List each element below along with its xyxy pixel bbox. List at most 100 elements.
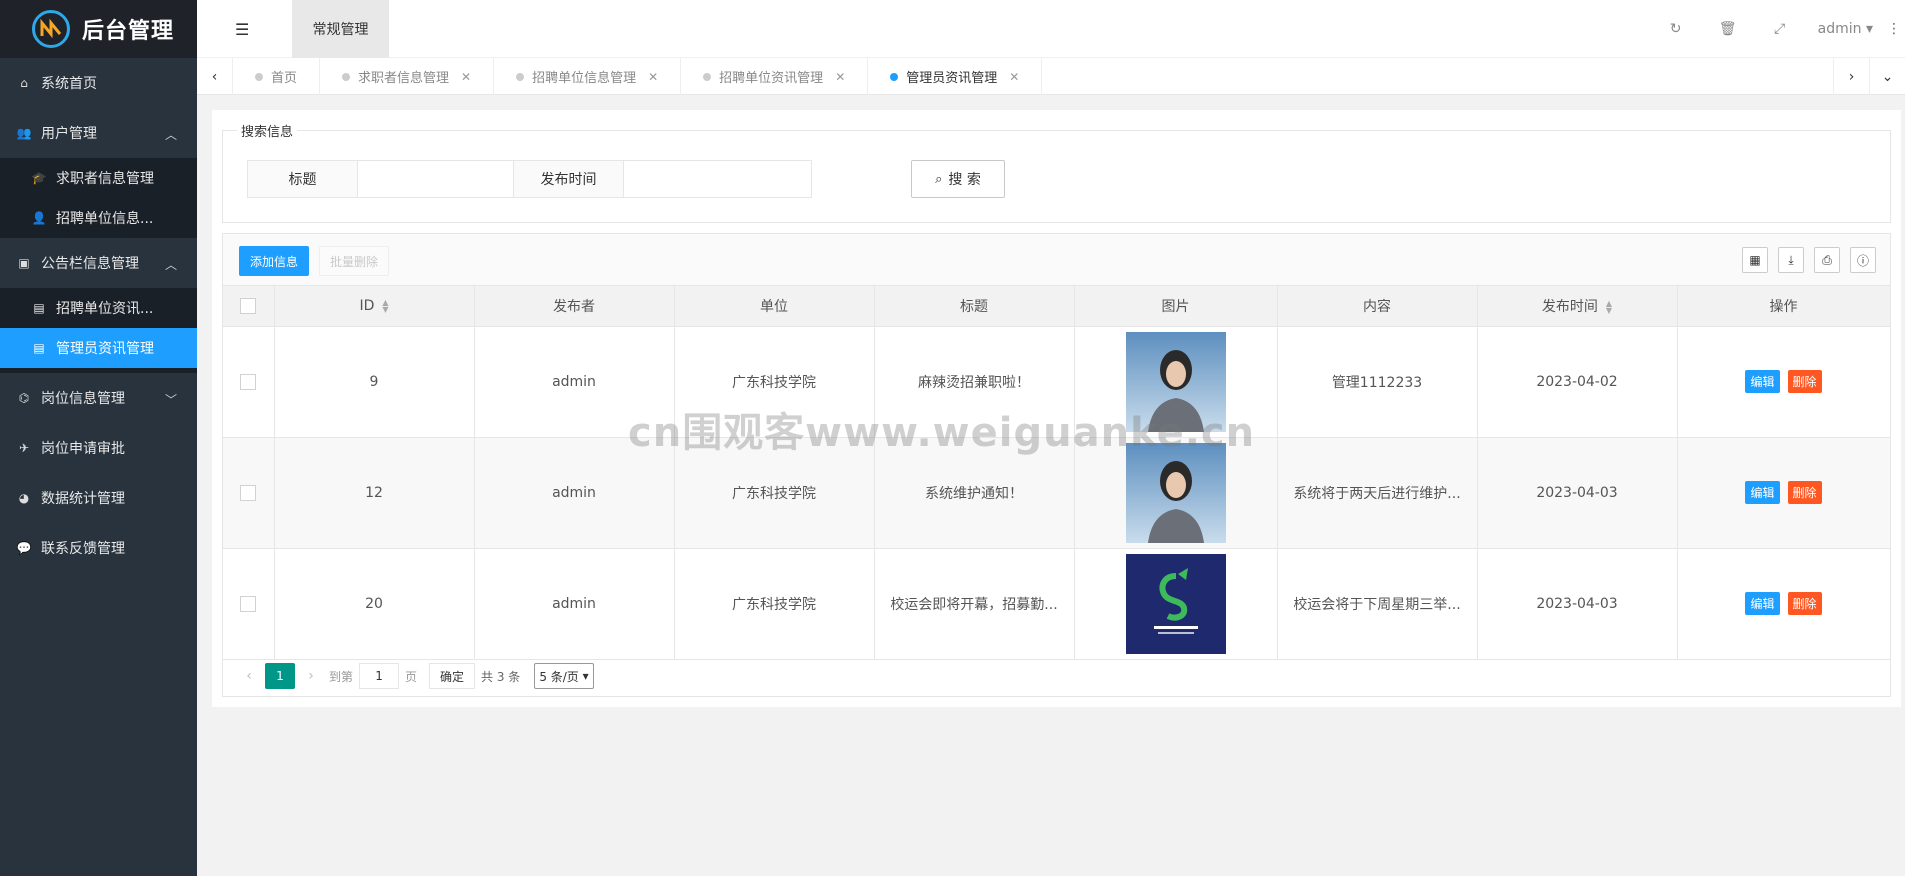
- pie-chart-icon: ◕: [18, 491, 30, 505]
- nav-user-mgmt[interactable]: 👥 用户管理 ︿: [0, 108, 197, 158]
- tab-dot: [890, 72, 899, 81]
- tab-label: 管理员资讯管理: [906, 71, 998, 86]
- nav-bulletin[interactable]: ▣ 公告栏信息管理 ︿: [0, 238, 197, 288]
- logo-image[interactable]: [1125, 553, 1226, 654]
- user-icon: 👤: [31, 211, 47, 225]
- title-field: 标题: [247, 160, 546, 198]
- delete-button[interactable]: 删除: [1787, 481, 1822, 504]
- woman-photo-image[interactable]: [1125, 442, 1226, 543]
- comments-icon: 💬: [16, 541, 32, 555]
- header-tab[interactable]: 常规管理: [292, 0, 389, 58]
- table-toolbar: 添加信息 批量删除 ▦ ⤓ ⎙ ⓘ: [223, 234, 1890, 286]
- current-page[interactable]: 1: [265, 663, 295, 689]
- sidebar-item-employer[interactable]: 👤 招聘单位信息...: [0, 198, 197, 238]
- select-all-checkbox[interactable]: [240, 297, 257, 314]
- tab-options-icon[interactable]: ⌄: [1869, 58, 1905, 95]
- nav-home[interactable]: ⌂ 系统首页: [0, 58, 197, 108]
- next-page-icon[interactable]: ›: [299, 668, 323, 684]
- search-button[interactable]: ⌕ 搜 索: [911, 160, 1005, 198]
- more-icon[interactable]: ⋮: [1883, 21, 1905, 37]
- col-id[interactable]: ID ▲ ▼: [274, 286, 475, 327]
- prev-page-icon[interactable]: ‹: [237, 668, 261, 684]
- search-button-label: 搜 索: [948, 172, 981, 188]
- tab-list: 首页 求职者信息管理 ✕ 招聘单位信息管理 ✕ 招聘单位资讯管理 ✕ 管理员资讯管理 ✕: [233, 58, 1043, 95]
- users-icon: 👥: [16, 126, 32, 140]
- close-icon[interactable]: ✕: [835, 70, 845, 84]
- goto-confirm-button[interactable]: 确定: [429, 663, 476, 689]
- cell-content: 系统将于两天后进行维护...: [1277, 437, 1478, 549]
- nav-feedback[interactable]: 💬 联系反馈管理: [0, 523, 197, 573]
- woman-photo-image[interactable]: [1125, 331, 1226, 432]
- sidebar-item-admin-news[interactable]: ▤ 管理员资讯管理: [0, 328, 197, 368]
- chevron-down-icon: ﹀: [164, 393, 177, 407]
- tab-dot: [255, 72, 263, 81]
- cell-unit: 广东科技学院: [674, 326, 875, 438]
- edit-button[interactable]: 编辑: [1745, 592, 1780, 615]
- tab-admin-news[interactable]: 管理员资讯管理 ✕: [868, 58, 1043, 95]
- info-icon[interactable]: ⓘ: [1850, 247, 1876, 273]
- cell-publisher: admin: [474, 548, 675, 660]
- tab-label: 招聘单位资讯管理: [719, 71, 824, 86]
- batch-delete-button[interactable]: 批量删除: [319, 246, 389, 276]
- add-button[interactable]: 添加信息: [239, 246, 309, 276]
- cell-content: 管理1112233: [1277, 326, 1478, 438]
- tab-home[interactable]: 首页: [233, 58, 321, 95]
- goto-suffix: 页: [405, 669, 418, 684]
- nav-job-apply[interactable]: ✈ 岗位申请审批: [0, 423, 197, 473]
- row-checkbox[interactable]: [240, 373, 257, 390]
- goto-page-input[interactable]: 1: [359, 663, 400, 689]
- tab-label: 招聘单位信息管理: [532, 71, 637, 86]
- col-date[interactable]: 发布时间 ▲ ▼: [1477, 286, 1678, 327]
- fullscreen-icon[interactable]: ⤢: [1754, 21, 1806, 37]
- sidebar-item-employer-news[interactable]: ▤ 招聘单位资讯...: [0, 288, 197, 328]
- page-size-select[interactable]: 5 条/页 ▾: [534, 663, 594, 689]
- cell-title: 校运会即将开幕，招募勤...: [874, 548, 1075, 660]
- menu-toggle-icon[interactable]: ☰: [235, 20, 249, 39]
- sidebar-item-seeker[interactable]: 🎓 求职者信息管理: [0, 158, 197, 198]
- home-icon: ⌂: [20, 76, 28, 90]
- refresh-icon[interactable]: ↻: [1650, 21, 1702, 37]
- close-icon[interactable]: ✕: [1009, 70, 1019, 84]
- tab-employer[interactable]: 招聘单位信息管理 ✕: [494, 58, 682, 95]
- export-icon[interactable]: ⤓: [1778, 247, 1804, 273]
- user-menu[interactable]: admin ▾: [1818, 21, 1873, 37]
- delete-button[interactable]: 删除: [1787, 370, 1822, 393]
- nav-stats[interactable]: ◕ 数据统计管理: [0, 473, 197, 523]
- paper-plane-icon: ✈: [18, 441, 30, 455]
- search-icon: ⌕: [935, 171, 943, 187]
- cell-actions: 编辑 删除: [1677, 326, 1891, 438]
- page-size-value: 5 条/页: [539, 669, 579, 684]
- header-actions: ↻ 🗑 ⤢ admin ▾ ⋮: [1650, 0, 1905, 58]
- tab-seeker[interactable]: 求职者信息管理 ✕: [320, 58, 495, 95]
- tab-employer-news[interactable]: 招聘单位资讯管理 ✕: [681, 58, 869, 95]
- nav-bulletin-label: 公告栏信息管理: [41, 256, 139, 272]
- search-legend: 搜索信息: [237, 121, 298, 140]
- sidebar-item-employer-label: 招聘单位信息...: [56, 211, 154, 227]
- row-checkbox[interactable]: [240, 484, 257, 501]
- trash-icon[interactable]: 🗑: [1702, 21, 1754, 37]
- tab-scroll-left-icon[interactable]: ‹: [197, 58, 233, 95]
- tab-scroll-right-icon[interactable]: ›: [1833, 58, 1869, 95]
- cell-image: [1074, 437, 1278, 549]
- edit-button[interactable]: 编辑: [1745, 370, 1780, 393]
- columns-icon[interactable]: ▦: [1742, 247, 1768, 273]
- edit-button[interactable]: 编辑: [1745, 481, 1780, 504]
- date-input[interactable]: [624, 161, 811, 197]
- row-select-cell: [223, 326, 275, 438]
- sidebar-item-seeker-label: 求职者信息管理: [56, 171, 154, 187]
- cell-image: [1074, 326, 1278, 438]
- close-icon[interactable]: ✕: [461, 70, 471, 84]
- nav-job-info[interactable]: ⌬ 岗位信息管理 ﹀: [0, 373, 197, 423]
- calendar-icon: ▣: [18, 256, 30, 270]
- sort-icon[interactable]: ▲ ▼: [1606, 299, 1612, 314]
- cell-unit: 广东科技学院: [674, 437, 875, 549]
- sort-icon[interactable]: ▲ ▼: [382, 298, 388, 313]
- col-image: 图片: [1074, 286, 1278, 327]
- table-header-row: ID ▲ ▼ 发布者 单位 标题 图片 内容 发布时间 ▲ ▼ 操作: [223, 286, 1891, 327]
- print-icon[interactable]: ⎙: [1814, 247, 1840, 273]
- row-checkbox[interactable]: [240, 595, 257, 612]
- delete-button[interactable]: 删除: [1787, 592, 1822, 615]
- close-icon[interactable]: ✕: [648, 70, 658, 84]
- col-title: 标题: [874, 286, 1075, 327]
- subnav-bulletin: ▤ 招聘单位资讯... ▤ 管理员资讯管理: [0, 288, 197, 373]
